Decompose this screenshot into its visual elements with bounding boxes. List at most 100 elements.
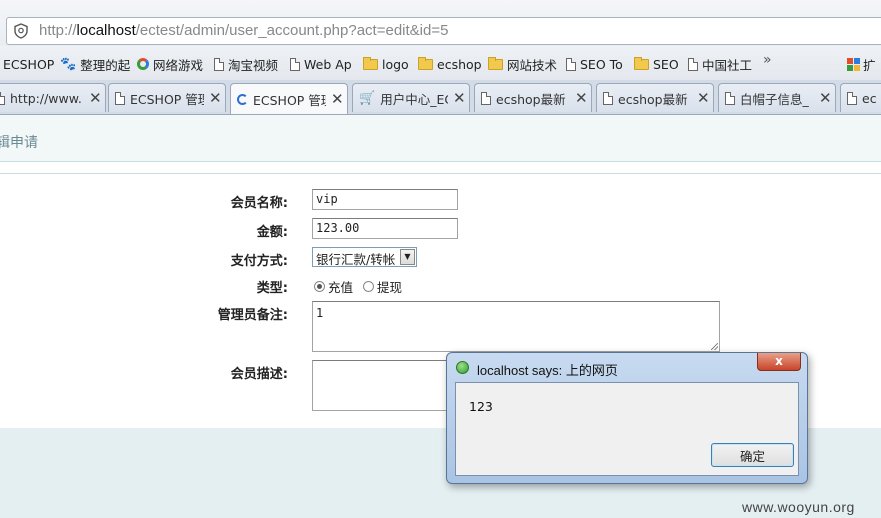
extensions-icon	[847, 58, 860, 71]
tab-title: ecshop最新	[618, 91, 688, 107]
amount-input[interactable]: 123.00	[312, 218, 458, 239]
tab-1[interactable]: http://www. ✕	[0, 83, 106, 112]
page-icon	[481, 91, 491, 105]
bookmark-label: Web Ap	[304, 56, 352, 72]
page-icon	[0, 91, 5, 105]
radio-unchecked[interactable]	[363, 281, 374, 292]
bookmarks-overflow-button[interactable]: »	[763, 52, 772, 68]
tab-3-active[interactable]: ECSHOP 管理 ✕	[230, 83, 348, 114]
type-option-label: 提现	[377, 280, 403, 295]
bookmark-label: 网络游戏	[153, 57, 204, 73]
page-icon	[290, 57, 300, 71]
admin-note-label: 管理员备注:	[217, 308, 288, 323]
page-icon	[725, 91, 735, 105]
page-icon	[603, 91, 613, 105]
bookmark-label: SEO	[653, 56, 679, 72]
page-icon	[688, 57, 698, 71]
page-icon	[566, 57, 576, 71]
type-option-label: 充值	[328, 280, 354, 295]
dialog-message: 123	[469, 399, 493, 414]
bookmark-organized[interactable]: 🐾 整理的起	[60, 55, 130, 73]
ring-icon	[137, 58, 149, 70]
bookmark-label: 中国社工	[702, 57, 753, 73]
cart-icon: 🛒	[359, 90, 376, 106]
close-icon[interactable]: ✕	[331, 90, 344, 108]
bookmark-taobao-video[interactable]: 淘宝视频	[214, 55, 278, 73]
shield-icon[interactable]	[13, 23, 29, 39]
tab-2[interactable]: ECSHOP 管理 ✕	[108, 83, 226, 112]
bookmark-seo-tools[interactable]: SEO To	[566, 55, 623, 73]
username-input[interactable]: vip	[312, 189, 458, 210]
type-option-withdraw[interactable]: 提现	[363, 277, 402, 296]
paw-icon: 🐾	[60, 56, 77, 72]
extensions-button[interactable]: 扩	[847, 55, 876, 74]
payment-label: 支付方式:	[230, 254, 288, 269]
address-bar-row: http://localhost/ectest/admin/user_accou…	[0, 0, 881, 46]
spacer	[0, 162, 881, 173]
resize-grip-icon[interactable]	[711, 343, 718, 350]
tab-strip: http://www. ✕ ECSHOP 管理 ✕ ECSHOP 管理 ✕ 🛒 …	[0, 80, 881, 115]
bookmark-label: ecshop	[437, 56, 482, 72]
page-icon	[214, 57, 224, 71]
bookmark-ecshop[interactable]: ECSHOP	[3, 55, 54, 73]
bookmark-ecshop-folder[interactable]: ecshop	[418, 55, 482, 73]
tab-4[interactable]: 🛒 用户中心_EC ✕	[352, 83, 470, 112]
dialog-body: 123 确定	[455, 382, 799, 476]
user-note-label: 会员描述:	[230, 367, 288, 382]
payment-select[interactable]: 银行汇款/转帐 ▼	[312, 247, 417, 267]
tab-5[interactable]: ecshop最新 ✕	[474, 83, 592, 112]
bookmark-online-games[interactable]: 网络游戏	[137, 55, 203, 73]
loading-spinner-icon	[237, 93, 248, 105]
browser-icon	[456, 361, 469, 374]
tab-title: ECSHOP 管理	[253, 92, 326, 108]
bookmark-web-tech[interactable]: 网站技术	[488, 55, 557, 73]
type-label: 类型:	[256, 281, 288, 296]
watermark-text: www.wooyun.org	[742, 499, 855, 515]
ok-label: 确定	[739, 448, 765, 464]
page-header: 辑申请	[0, 115, 881, 162]
tab-title: ecshop最新	[496, 91, 566, 107]
page-title: 辑申请	[0, 135, 38, 151]
close-icon[interactable]: ✕	[209, 89, 222, 107]
tab-title: http://www.	[10, 90, 82, 106]
url-text[interactable]: http://localhost/ectest/admin/user_accou…	[39, 22, 448, 39]
close-icon[interactable]: ✕	[89, 89, 102, 107]
dialog-ok-button[interactable]: 确定	[711, 443, 794, 467]
tab-title: 用户中心_EC	[380, 91, 448, 107]
tab-7[interactable]: 白帽子信息_ ✕	[718, 83, 836, 112]
close-icon[interactable]: ✕	[453, 89, 466, 107]
radio-checked[interactable]	[314, 281, 325, 292]
close-icon[interactable]: ✕	[819, 89, 832, 107]
bookmarks-bar: ECSHOP 🐾 整理的起 网络游戏 淘宝视频 Web Ap logo ecsh…	[0, 46, 881, 81]
amount-label: 金额:	[256, 225, 288, 240]
folder-icon	[418, 56, 433, 70]
bookmark-label: logo	[382, 56, 409, 72]
admin-note-value: 1	[316, 306, 324, 320]
tab-title: ec	[862, 90, 877, 106]
close-icon[interactable]: ✕	[697, 89, 710, 107]
bookmark-logo[interactable]: logo	[363, 55, 409, 73]
folder-icon	[363, 56, 378, 70]
bookmark-china-social[interactable]: 中国社工	[688, 55, 752, 73]
folder-icon	[634, 56, 649, 70]
bookmark-seo[interactable]: SEO	[634, 55, 679, 73]
admin-note-textarea[interactable]: 1	[312, 301, 720, 352]
bookmark-label: 整理的起	[80, 57, 131, 73]
bookmark-label: 淘宝视频	[228, 57, 279, 73]
page-icon	[847, 91, 857, 105]
dialog-title: localhost says: 上的网页	[477, 363, 618, 378]
tab-8[interactable]: ec	[840, 83, 881, 112]
tab-6[interactable]: ecshop最新 ✕	[596, 83, 714, 112]
url-host: localhost	[76, 22, 136, 39]
folder-icon	[488, 56, 503, 70]
tab-title: 白帽子信息_	[740, 91, 809, 107]
bookmark-label: ECSHOP	[3, 56, 55, 72]
address-bar[interactable]: http://localhost/ectest/admin/user_accou…	[6, 17, 881, 45]
type-option-deposit[interactable]: 充值	[314, 277, 353, 296]
url-path: /ectest/admin/user_account.php?act=edit&…	[135, 22, 449, 39]
dialog-close-button[interactable]: x	[757, 353, 801, 371]
extensions-label: 扩	[863, 58, 876, 73]
close-icon[interactable]: ✕	[575, 89, 588, 107]
dropdown-arrow-icon[interactable]: ▼	[400, 249, 415, 265]
bookmark-web-ap[interactable]: Web Ap	[290, 55, 352, 73]
